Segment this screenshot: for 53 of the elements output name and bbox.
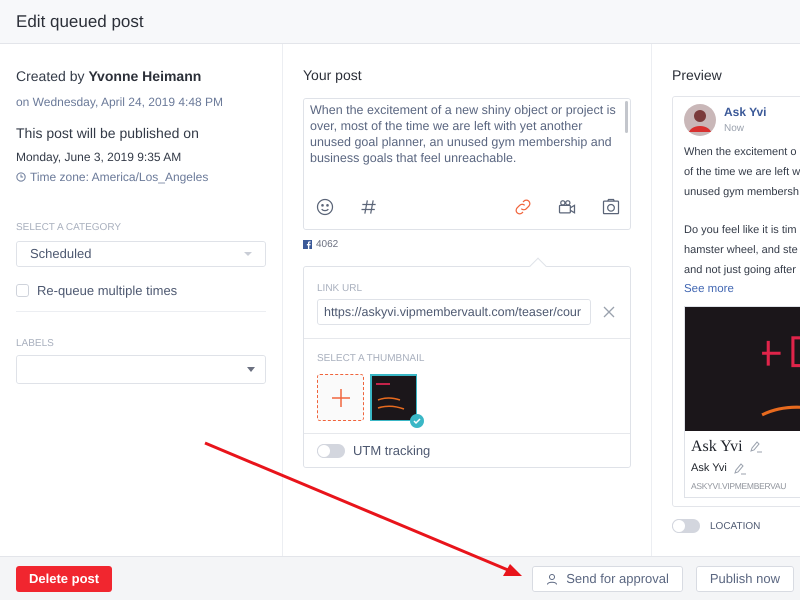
link-description: Ask Yvi: [691, 461, 727, 476]
thumbnail-label: SELECT A THUMBNAIL: [317, 352, 426, 366]
publish-date: Monday, June 3, 2019 9:35 AM: [16, 149, 182, 166]
preview-text-line: of the time we are left w: [684, 165, 800, 180]
category-label: SELECT A CATEGORY: [16, 221, 122, 235]
preview-text-line: hamster wheel, and ste: [684, 243, 799, 258]
section-heading: Preview: [672, 66, 723, 85]
add-thumbnail-button[interactable]: [317, 374, 364, 421]
pencil-icon[interactable]: [732, 462, 747, 474]
link-url-field[interactable]: https://askyvi.vipmembervault.com/teaser/cour: [317, 299, 591, 325]
facebook-icon: [303, 240, 312, 249]
see-more-link[interactable]: See more: [684, 281, 800, 298]
close-icon[interactable]: [603, 306, 615, 318]
pencil-icon[interactable]: [748, 441, 763, 454]
post-text: When the excitement of a new shiny object or project is over, most of the time we are left with yet another unused goal planner, an unused gym membership and business goals that feel unreachable.: [310, 102, 617, 166]
requeue-checkbox[interactable]: [16, 284, 29, 298]
publish-label: This post will be published on: [16, 124, 200, 143]
check-icon: [410, 414, 424, 428]
link-url-label: LINK URL: [317, 282, 364, 296]
send-for-approval-button[interactable]: Send for approval: [532, 566, 683, 592]
location-label: LOCATION: [710, 520, 760, 534]
created-by-label: Created by: [16, 67, 84, 86]
link-title: Ask Yvi: [691, 437, 743, 458]
toggle-switch[interactable]: [672, 519, 700, 533]
post-editor[interactable]: When the excitement of a new shiny object or project is over, most of the time we are left with yet another unused goal planner, an unused gym membership and business goals that feel unreachable.: [303, 98, 631, 230]
created-date: on Wednesday, April 24, 2019 4:48 PM: [16, 94, 224, 111]
preview-text-line: and not just going after: [684, 263, 797, 278]
toggle-switch[interactable]: [317, 444, 345, 458]
post-time: Now: [724, 122, 746, 136]
publish-now-button[interactable]: Publish now: [696, 566, 794, 592]
category-dropdown[interactable]: Scheduled: [16, 241, 266, 267]
delete-post-button[interactable]: Delete post: [16, 566, 112, 592]
clock-icon: [16, 172, 26, 182]
camera-icon[interactable]: [601, 197, 621, 217]
link-domain: ASKYVI.VIPMEMBERVAU: [691, 480, 788, 492]
preview-text-line: When the excitement o: [684, 145, 798, 160]
timezone-text: Time zone: America/Los_Angeles: [30, 169, 208, 186]
avatar: [684, 104, 716, 136]
plus-icon: [330, 388, 350, 408]
thumbnail[interactable]: [370, 374, 417, 421]
section-heading: Your post: [303, 66, 363, 85]
person-icon: [546, 572, 558, 584]
character-count: 4062: [316, 238, 338, 252]
window-title: Edit queued post: [16, 10, 144, 33]
emoji-icon[interactable]: [315, 197, 335, 217]
labels-label: LABELS: [16, 336, 55, 350]
link-icon[interactable]: [513, 197, 533, 217]
utm-label: UTM tracking: [353, 442, 430, 460]
requeue-label: Re-queue multiple times: [37, 282, 178, 300]
author-name: Yvonne Heimann: [88, 67, 202, 86]
preview-text-line: Do you feel like it is tim: [684, 223, 798, 238]
page-name[interactable]: Ask Yvi: [724, 103, 766, 121]
preview-text-line: unused gym membersh: [684, 185, 800, 200]
